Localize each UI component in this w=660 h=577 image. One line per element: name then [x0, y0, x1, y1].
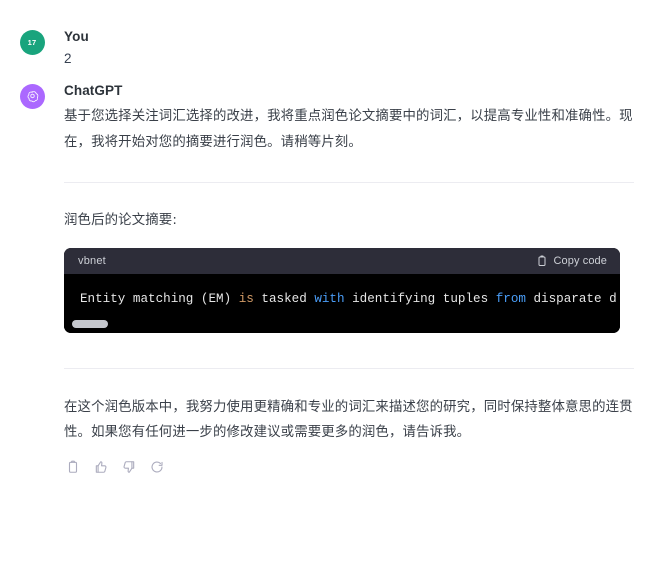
user-avatar-column: 17	[0, 28, 64, 55]
assistant-message-column: ChatGPT 基于您选择关注词汇选择的改进，我将重点润色论文摘要中的词汇，以提…	[64, 82, 660, 155]
code-section-label: 润色后的论文摘要:	[64, 213, 177, 228]
code-block-body[interactable]: Entity matching (EM) is tasked with iden…	[64, 273, 620, 333]
user-message-text: 2	[64, 51, 72, 66]
assistant-closing-paragraph: 在这个润色版本中，我努力使用更精确和专业的词汇来描述您的研究，同时保持整体意思的…	[64, 399, 633, 441]
assistant-avatar-column	[0, 82, 64, 109]
divider-line	[64, 182, 634, 183]
user-message-turn: 17 You 2	[0, 0, 660, 68]
avatar: 17	[19, 30, 45, 55]
conversation-thread: 17 You 2 ChatGPT 基于您选择关注词汇选择的改进，我将重点润色论文…	[0, 0, 660, 476]
message-author-name: You	[64, 29, 89, 44]
code-language-label: vbnet	[78, 254, 106, 267]
thumbs-down-button[interactable]	[120, 459, 137, 476]
code-token: disparate d	[525, 291, 617, 306]
code-token-keyword: is	[238, 291, 254, 306]
user-message-column: You 2	[64, 28, 660, 68]
code-horizontal-scrollbar[interactable]	[64, 319, 620, 328]
code-token-keyword: with	[314, 291, 345, 306]
scrollbar-thumb[interactable]	[72, 319, 108, 328]
thumbs-up-button[interactable]	[92, 459, 109, 476]
copy-message-button[interactable]	[64, 459, 81, 476]
code-token: Entity matching (EM)	[80, 291, 239, 306]
code-block: vbnet Copy code Entity matching (EM) is …	[64, 247, 620, 333]
assistant-message-turn: ChatGPT 基于您选择关注词汇选择的改进，我将重点润色论文摘要中的词汇，以提…	[0, 68, 660, 155]
regenerate-button[interactable]	[148, 459, 165, 476]
code-token: identifying tuples	[344, 291, 496, 306]
code-token-keyword: from	[495, 291, 526, 306]
code-section: 润色后的论文摘要: vbnet Copy code Entity matchin…	[0, 208, 660, 333]
assistant-closing-section: 在这个润色版本中，我努力使用更精确和专业的词汇来描述您的研究，同时保持整体意思的…	[0, 395, 660, 476]
message-divider	[0, 182, 660, 183]
message-divider	[0, 367, 660, 369]
message-author-name: ChatGPT	[64, 83, 123, 98]
clipboard-icon	[536, 255, 548, 267]
avatar-initials: 17	[27, 38, 37, 47]
copy-code-button[interactable]: Copy code	[536, 255, 608, 267]
code-block-header: vbnet Copy code	[64, 247, 620, 274]
copy-code-label: Copy code	[553, 254, 607, 267]
avatar	[19, 84, 45, 109]
code-line: Entity matching (EM) is tasked with iden…	[64, 290, 620, 308]
code-token: tasked	[253, 291, 315, 306]
message-action-bar	[64, 459, 634, 476]
assistant-intro-paragraph: 基于您选择关注词汇选择的改进，我将重点润色论文摘要中的词汇，以提高专业性和准确性…	[64, 109, 633, 150]
divider-line	[64, 367, 634, 369]
openai-logo-icon	[25, 89, 40, 104]
